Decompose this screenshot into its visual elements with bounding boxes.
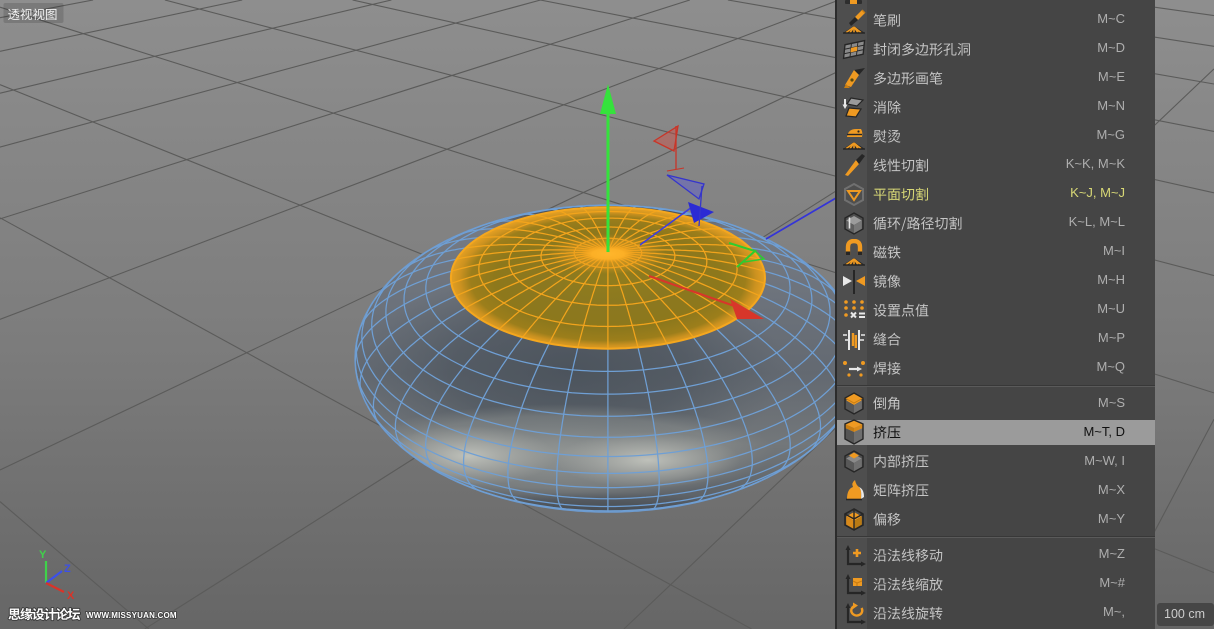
- svg-text:WWW.MISSYUAN.COM: WWW.MISSYUAN.COM: [86, 611, 177, 620]
- svg-text:Z: Z: [64, 563, 71, 575]
- svg-text:X: X: [67, 590, 75, 602]
- svg-text:Y: Y: [39, 549, 47, 561]
